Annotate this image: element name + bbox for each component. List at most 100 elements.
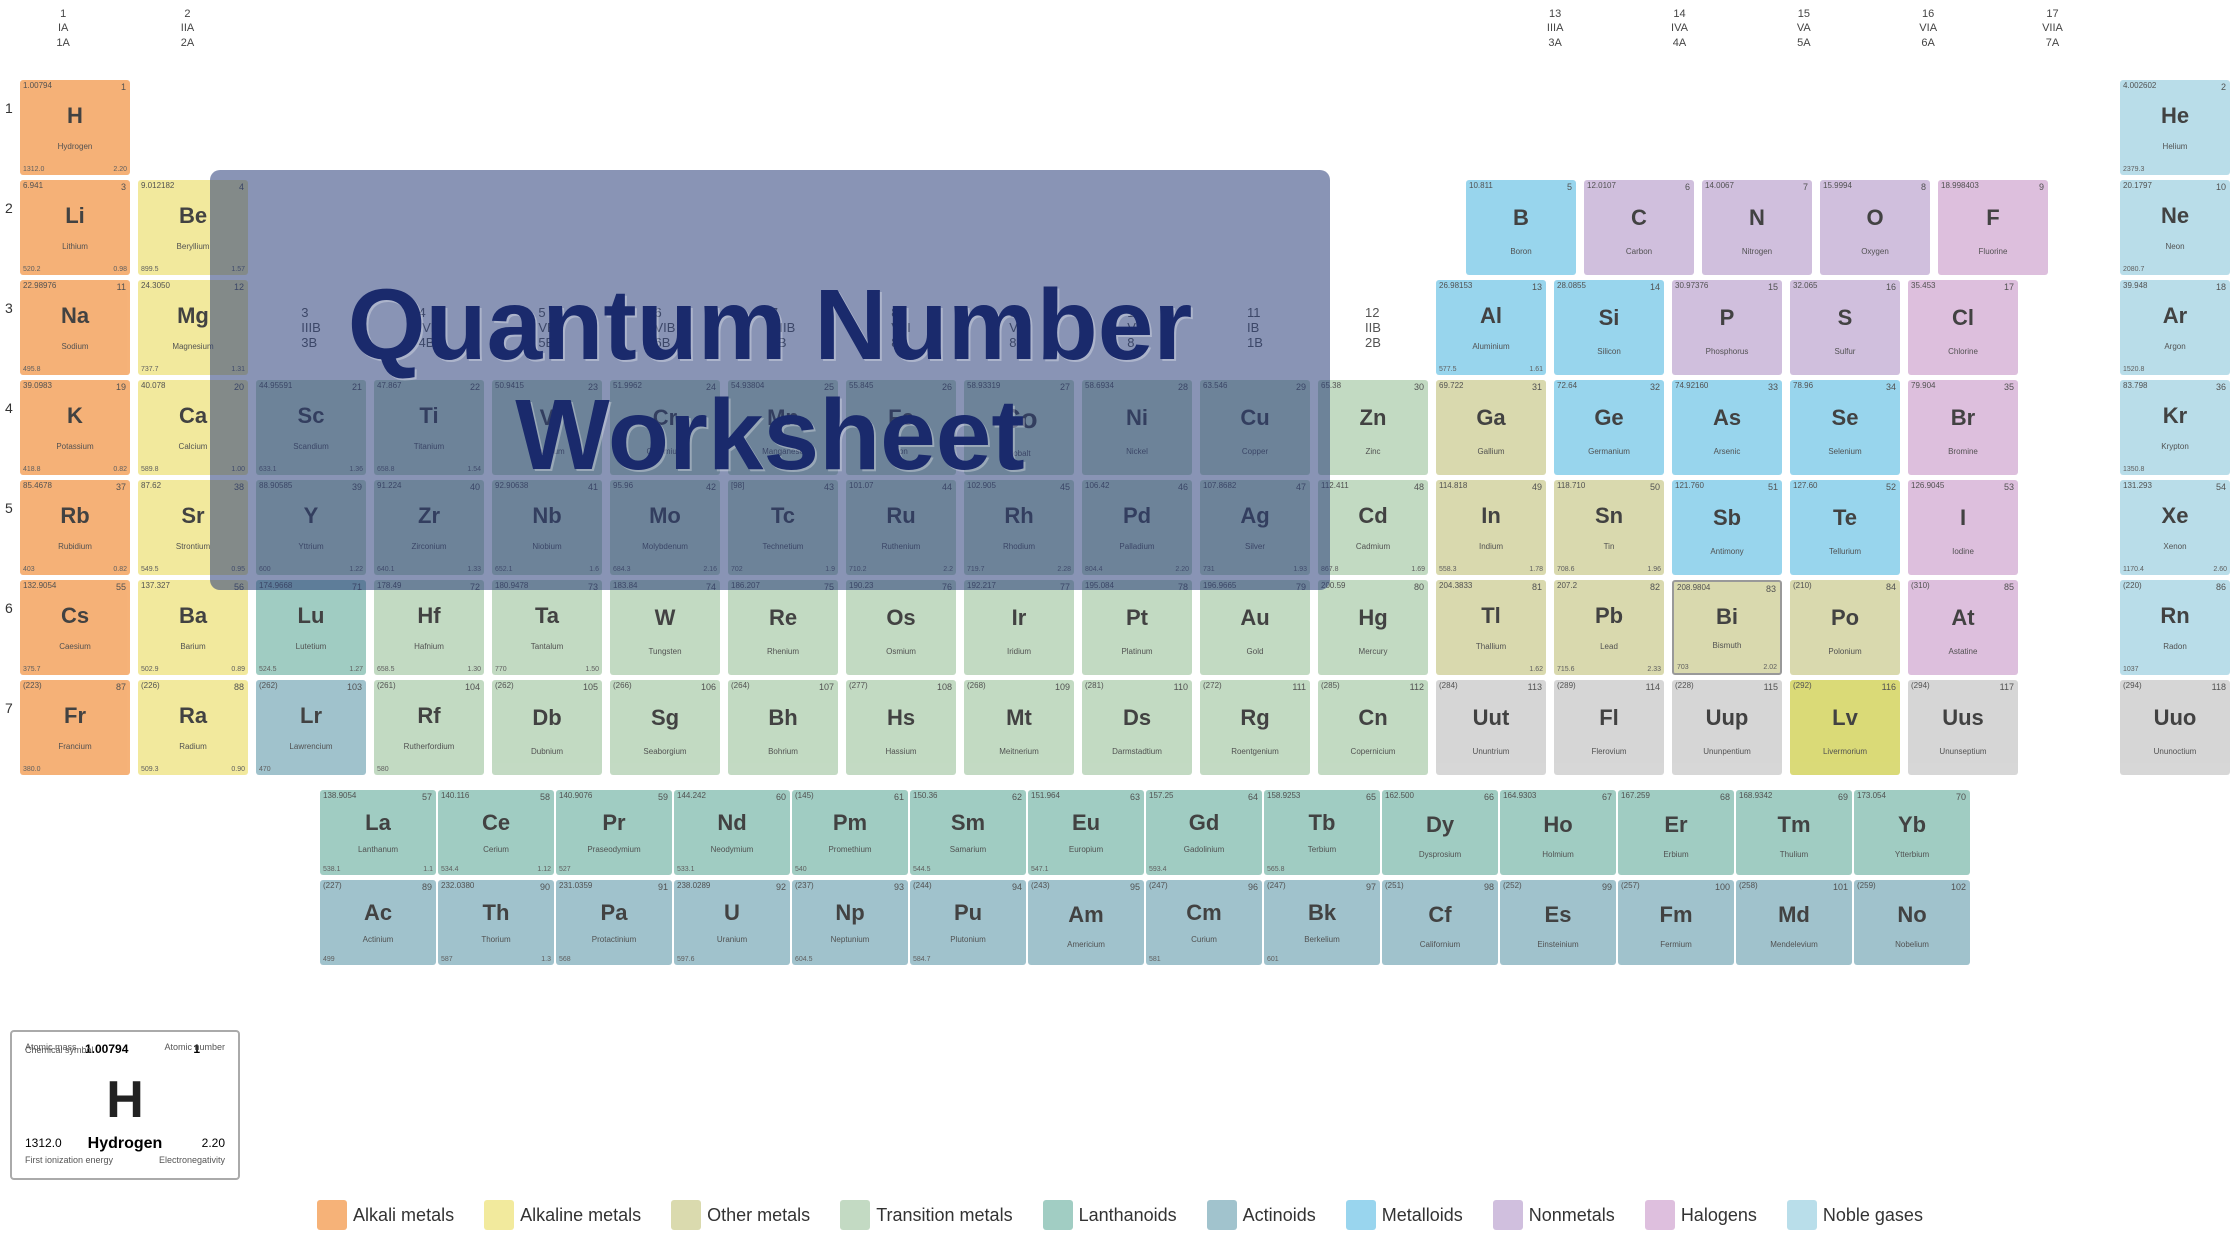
- period-2-label: 2: [5, 200, 13, 216]
- element-Am: (243) 95 Am Americium: [1028, 880, 1144, 965]
- col-5: [499, 7, 621, 50]
- element-At: (310) 85 At Astatine: [1908, 580, 2018, 675]
- element-O: 15.9994 8 O Oxygen: [1820, 180, 1930, 275]
- period-3-label: 3: [5, 300, 13, 316]
- element-H: 1.00794 1 H Hydrogen 1312.02.20: [20, 80, 130, 175]
- info-ionization: 1312.0: [25, 1136, 62, 1150]
- legend-metalloid: Metalloids: [1346, 1200, 1463, 1230]
- info-electronegativity: 2.20: [202, 1136, 225, 1150]
- col-15: 15VA5A: [1743, 7, 1865, 50]
- halogen-swatch: [1645, 1200, 1675, 1230]
- element-Uup: (228) 115 Uup Ununpentium: [1672, 680, 1782, 775]
- col-1: 1IA1A: [2, 7, 124, 50]
- element-Np: (237) 93 Np Neptunium 604.5: [792, 880, 908, 965]
- element-Pr: 140.9076 59 Pr Praseodymium 527: [556, 790, 672, 875]
- element-Te: 127.60 52 Te Tellurium: [1790, 480, 1900, 575]
- legend-actinoid: Actinoids: [1207, 1200, 1316, 1230]
- element-Tl: 204.3833 81 Tl Thallium 1.62: [1436, 580, 1546, 675]
- element-F: 18.998403 9 F Fluorine: [1938, 180, 2048, 275]
- element-S: 32.065 16 S Sulfur: [1790, 280, 1900, 375]
- col-4: [375, 7, 497, 50]
- element-Ir: 192.217 77 Ir Iridium: [964, 580, 1074, 675]
- periodic-table: 1IA1A 2IIA2A 13IIIA3A 14IVA4A 15VA5A 16V…: [0, 0, 2240, 1260]
- legend-noble: Noble gases: [1787, 1200, 1923, 1230]
- element-Ta: 180.9478 73 Ta Tantalum 7701.50: [492, 580, 602, 675]
- element-Pt: 195.084 78 Pt Platinum: [1082, 580, 1192, 675]
- element-Hg: 200.59 80 Hg Mercury: [1318, 580, 1428, 675]
- element-Rb: 85.4678 37 Rb Rubidium 4030.82: [20, 480, 130, 575]
- element-Eu: 151.964 63 Eu Europium 547.1: [1028, 790, 1144, 875]
- element-Sg: (266) 106 Sg Seaborgium: [610, 680, 720, 775]
- element-Ar: 39.948 18 Ar Argon 1520.8: [2120, 280, 2230, 375]
- element-U: 238.0289 92 U Uranium 597.6: [674, 880, 790, 965]
- col-17: 17VIIA7A: [1991, 7, 2113, 50]
- element-Cs: 132.9054 55 Cs Caesium 375.7: [20, 580, 130, 675]
- element-Xe: 131.293 54 Xe Xenon 1170.42.60: [2120, 480, 2230, 575]
- halogen-label: Halogens: [1681, 1205, 1757, 1226]
- ionize-label: First ionization energy: [25, 1155, 113, 1165]
- alkali-swatch: [317, 1200, 347, 1230]
- other-metal-swatch: [671, 1200, 701, 1230]
- column-headers: 1IA1A 2IIA2A 13IIIA3A 14IVA4A 15VA5A 16V…: [0, 5, 2240, 52]
- col-7: [748, 7, 870, 50]
- lanthanoid-label: Lanthanoids: [1079, 1205, 1177, 1226]
- info-symbol: H: [106, 1070, 144, 1130]
- element-Lr: (262) 103 Lr Lawrencium 470: [256, 680, 366, 775]
- element-Pb: 207.2 82 Pb Lead 715.62.33: [1554, 580, 1664, 675]
- element-Mt: (268) 109 Mt Meitnerium: [964, 680, 1074, 775]
- element-Ds: (281) 110 Ds Darmstadtium: [1082, 680, 1192, 775]
- other-metal-label: Other metals: [707, 1205, 810, 1226]
- element-Cm: (247) 96 Cm Curium 581: [1146, 880, 1262, 965]
- period-7-label: 7: [5, 700, 13, 716]
- period-6-label: 6: [5, 600, 13, 616]
- col-11: [1245, 7, 1367, 50]
- element-Ba: 137.327 56 Ba Barium 502.90.89: [138, 580, 248, 675]
- element-He: 4.002602 2 He Helium 2379.3: [2120, 80, 2230, 175]
- col-2: 2IIA2A: [126, 7, 248, 50]
- element-Es: (252) 99 Es Einsteinium: [1500, 880, 1616, 965]
- element-Ho: 164.9303 67 Ho Holmium: [1500, 790, 1616, 875]
- worksheet-title: Quantum Number Worksheet: [210, 270, 1330, 490]
- element-Fm: (257) 100 Fm Fermium: [1618, 880, 1734, 965]
- element-info-box: Atomic mass 1.00794 1 Atomic number Chem…: [10, 1030, 240, 1180]
- nonmetal-label: Nonmetals: [1529, 1205, 1615, 1226]
- element-Th: 232.0380 90 Th Thorium 5871.3: [438, 880, 554, 965]
- legend-transition: Transition metals: [840, 1200, 1012, 1230]
- element-C: 12.0107 6 C Carbon: [1584, 180, 1694, 275]
- element-Nd: 144.242 60 Nd Neodymium 533.1: [674, 790, 790, 875]
- element-Yb: 173.054 70 Yb Ytterbium: [1854, 790, 1970, 875]
- col-13: 13IIIA3A: [1494, 7, 1616, 50]
- element-Dy: 162.500 66 Dy Dysprosium: [1382, 790, 1498, 875]
- element-No: (259) 102 No Nobelium: [1854, 880, 1970, 965]
- element-Pa: 231.0359 91 Pa Protactinium 568: [556, 880, 672, 965]
- chem-sym-label: Chemical symbol: [25, 1045, 94, 1055]
- noble-label: Noble gases: [1823, 1205, 1923, 1226]
- col-16: 16VIA6A: [1867, 7, 1989, 50]
- element-Fl: (289) 114 Fl Flerovium: [1554, 680, 1664, 775]
- element-Au: 196.9665 79 Au Gold: [1200, 580, 1310, 675]
- element-Hs: (277) 108 Hs Hassium: [846, 680, 956, 775]
- element-Si: 28.0855 14 Si Silicon: [1554, 280, 1664, 375]
- element-Sb: 121.760 51 Sb Antimony: [1672, 480, 1782, 575]
- col-3: [251, 7, 373, 50]
- element-Na: 22.98976 11 Na Sodium 495.8: [20, 280, 130, 375]
- element-Bi: 208.9804 83 Bi Bismuth 7032.02: [1672, 580, 1782, 675]
- legend-other-metal: Other metals: [671, 1200, 810, 1230]
- element-Fr: (223) 87 Fr Francium 380.0: [20, 680, 130, 775]
- col-6: [624, 7, 746, 50]
- transition-swatch: [840, 1200, 870, 1230]
- element-Cd: 112.411 48 Cd Cadmium 867.81.69: [1318, 480, 1428, 575]
- worksheet-title-overlay: Quantum Number Worksheet: [210, 170, 1330, 590]
- element-Tm: 168.9342 69 Tm Thulium: [1736, 790, 1852, 875]
- element-Ce: 140.116 58 Ce Cerium 534.41.12: [438, 790, 554, 875]
- element-Lv: (292) 116 Lv Livermorium: [1790, 680, 1900, 775]
- legend-nonmetal: Nonmetals: [1493, 1200, 1615, 1230]
- actinoid-label: Actinoids: [1243, 1205, 1316, 1226]
- element-Br: 79.904 35 Br Bromine: [1908, 380, 2018, 475]
- noble-swatch: [1787, 1200, 1817, 1230]
- element-In: 114.818 49 In Indium 558.31.78: [1436, 480, 1546, 575]
- actinoid-swatch: [1207, 1200, 1237, 1230]
- col-12: [1370, 7, 1492, 50]
- col-10: [1121, 7, 1243, 50]
- element-Ac: (227) 89 Ac Actinium 499: [320, 880, 436, 965]
